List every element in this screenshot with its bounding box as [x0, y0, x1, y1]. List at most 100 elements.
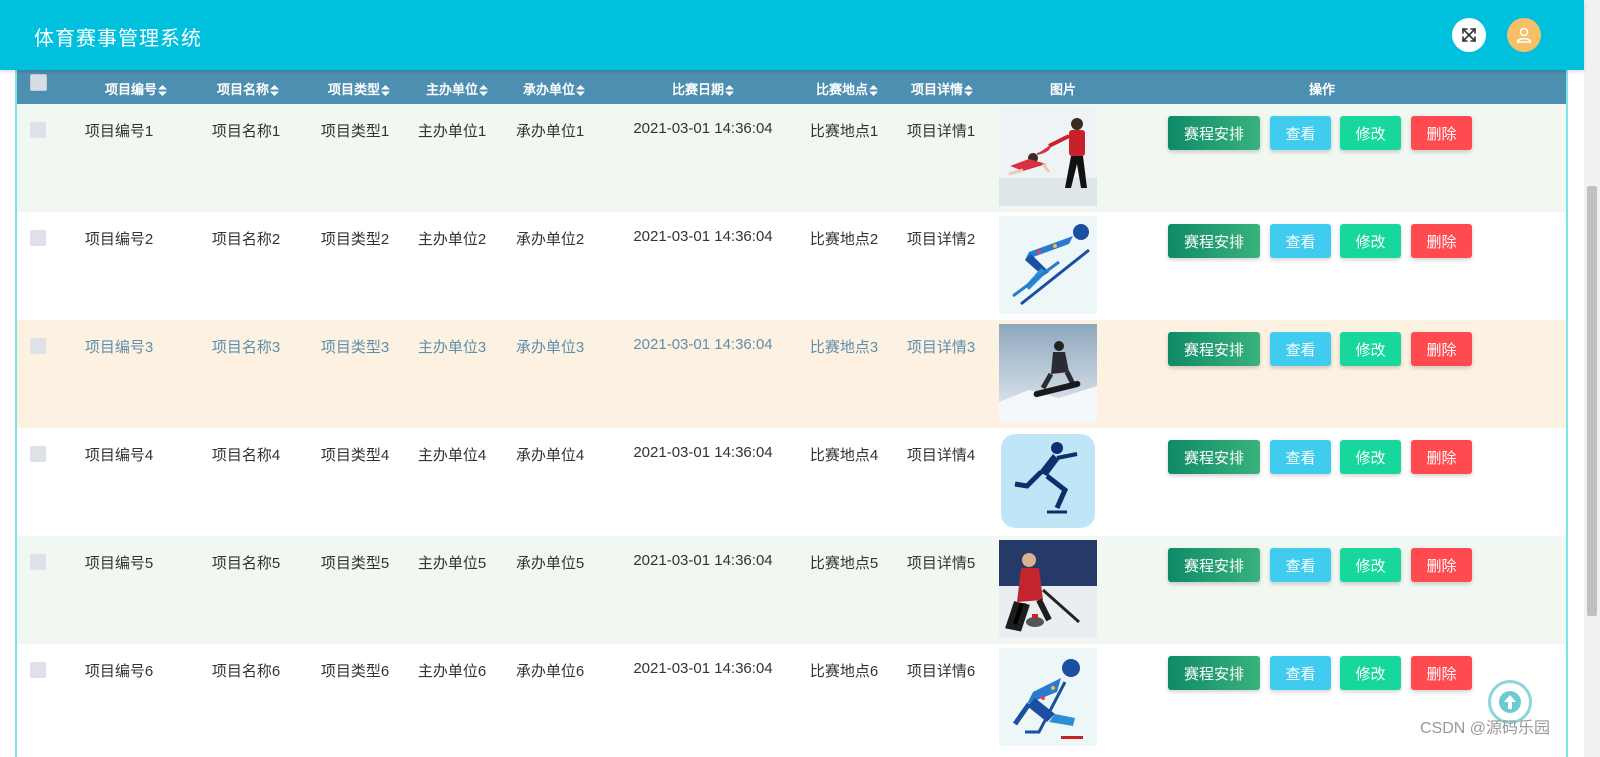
table-row: 项目编号6 项目名称6 项目类型6 主办单位6 承办单位6 2021-03-01…	[17, 644, 1566, 752]
schedule-button[interactable]: 赛程安排	[1168, 548, 1260, 582]
cell-host: 主办单位3	[417, 339, 487, 356]
cell-organizer: 承办单位1	[515, 123, 585, 140]
view-button[interactable]: 查看	[1270, 224, 1331, 258]
sort-icon	[576, 85, 585, 97]
cell-venue: 比赛地点3	[809, 339, 879, 356]
cell-type: 项目类型3	[320, 339, 390, 356]
column-header-organizer[interactable]: 承办单位	[509, 79, 599, 98]
view-button[interactable]: 查看	[1270, 332, 1331, 366]
ice-hockey-pictogram-image[interactable]	[999, 648, 1097, 746]
table-row-hovered: 项目编号3 项目名称3 项目类型3 主办单位3 承办单位3 2021-03-01…	[17, 320, 1566, 428]
sort-icon	[270, 85, 279, 97]
cell-venue: 比赛地点1	[809, 123, 879, 140]
cell-name: 项目名称1	[211, 123, 281, 140]
cell-code: 项目编号6	[84, 663, 154, 680]
sort-icon	[381, 85, 390, 97]
schedule-button[interactable]: 赛程安排	[1168, 116, 1260, 150]
cell-name: 项目名称2	[211, 231, 281, 248]
cell-date: 2021-03-01 14:36:04	[633, 552, 773, 569]
select-all-checkbox[interactable]	[30, 74, 47, 91]
delete-button[interactable]: 删除	[1411, 224, 1472, 258]
delete-button[interactable]: 删除	[1411, 116, 1472, 150]
column-header-name[interactable]: 项目名称	[198, 79, 298, 98]
curling-photo-image[interactable]	[999, 540, 1097, 638]
arrow-up-icon	[1499, 691, 1521, 713]
cell-detail: 项目详情1	[906, 123, 976, 140]
cell-host: 主办单位2	[417, 231, 487, 248]
delete-button[interactable]: 删除	[1411, 548, 1472, 582]
snowboard-jump-image[interactable]	[999, 324, 1097, 422]
cell-venue: 比赛地点5	[809, 555, 879, 572]
row-checkbox[interactable]	[30, 554, 46, 570]
row-checkbox[interactable]	[30, 230, 46, 246]
cell-date: 2021-03-01 14:36:04	[633, 444, 773, 461]
edit-button[interactable]: 修改	[1340, 116, 1401, 150]
ski-jumping-pictogram-image[interactable]	[999, 216, 1097, 314]
edit-button[interactable]: 修改	[1340, 332, 1401, 366]
column-header-detail[interactable]: 项目详情	[897, 79, 987, 98]
row-checkbox[interactable]	[30, 338, 46, 354]
view-button[interactable]: 查看	[1270, 656, 1331, 690]
cell-date: 2021-03-01 14:36:04	[633, 120, 773, 137]
page-scrollbar[interactable]	[1584, 0, 1600, 757]
cell-date: 2021-03-01 14:36:04	[633, 660, 773, 677]
figure-skating-pair-image[interactable]	[999, 108, 1097, 206]
row-checkbox[interactable]	[30, 446, 46, 462]
table-row: 项目编号5 项目名称5 项目类型5 主办单位5 承办单位5 2021-03-01…	[17, 536, 1566, 644]
edit-button[interactable]: 修改	[1340, 440, 1401, 474]
view-button[interactable]: 查看	[1270, 440, 1331, 474]
view-button[interactable]: 查看	[1270, 548, 1331, 582]
cell-host: 主办单位6	[417, 663, 487, 680]
row-checkbox[interactable]	[30, 662, 46, 678]
cell-name: 项目名称6	[211, 663, 281, 680]
sort-icon	[479, 85, 488, 97]
speed-skating-pictogram-image[interactable]	[999, 432, 1097, 530]
cell-detail: 项目详情2	[906, 231, 976, 248]
cell-venue: 比赛地点6	[809, 663, 879, 680]
sort-icon	[964, 85, 973, 97]
cell-type: 项目类型1	[320, 123, 390, 140]
edit-button[interactable]: 修改	[1340, 548, 1401, 582]
table-row: 项目编号1 项目名称1 项目类型1 主办单位1 承办单位1 2021-03-01…	[17, 104, 1566, 212]
column-header-venue[interactable]: 比赛地点	[802, 79, 892, 98]
edit-button[interactable]: 修改	[1340, 656, 1401, 690]
cell-name: 项目名称4	[211, 447, 281, 464]
column-header-actions: 操作	[1308, 82, 1335, 97]
cell-code: 项目编号5	[84, 555, 154, 572]
cell-organizer: 承办单位4	[515, 447, 585, 464]
schedule-button[interactable]: 赛程安排	[1168, 440, 1260, 474]
column-header-code[interactable]: 项目编号	[86, 79, 186, 98]
sort-icon	[158, 85, 167, 97]
schedule-button[interactable]: 赛程安排	[1168, 224, 1260, 258]
delete-button[interactable]: 删除	[1411, 656, 1472, 690]
expand-arrows-icon	[1462, 28, 1476, 42]
delete-button[interactable]: 删除	[1411, 332, 1472, 366]
view-button[interactable]: 查看	[1270, 116, 1331, 150]
cell-code: 项目编号4	[84, 447, 154, 464]
cell-host: 主办单位4	[417, 447, 487, 464]
cell-type: 项目类型4	[320, 447, 390, 464]
cell-detail: 项目详情6	[906, 663, 976, 680]
user-avatar-icon	[1516, 27, 1532, 43]
column-header-type[interactable]: 项目类型	[314, 79, 404, 98]
table-row: 项目编号4 项目名称4 项目类型4 主办单位4 承办单位4 2021-03-01…	[17, 428, 1566, 536]
delete-button[interactable]: 删除	[1411, 440, 1472, 474]
scrollbar-thumb[interactable]	[1587, 186, 1597, 616]
fullscreen-button[interactable]	[1452, 18, 1486, 52]
cell-host: 主办单位1	[417, 123, 487, 140]
user-avatar-button[interactable]	[1507, 18, 1541, 52]
cell-organizer: 承办单位5	[515, 555, 585, 572]
cell-code: 项目编号1	[84, 123, 154, 140]
schedule-button[interactable]: 赛程安排	[1168, 332, 1260, 366]
schedule-button[interactable]: 赛程安排	[1168, 656, 1260, 690]
column-header-date[interactable]: 比赛日期	[658, 79, 748, 98]
cell-organizer: 承办单位6	[515, 663, 585, 680]
column-header-host[interactable]: 主办单位	[412, 79, 502, 98]
cell-detail: 项目详情5	[906, 555, 976, 572]
watermark: CSDN @源码乐园	[1420, 720, 1551, 737]
edit-button[interactable]: 修改	[1340, 224, 1401, 258]
row-checkbox[interactable]	[30, 122, 46, 138]
cell-name: 项目名称5	[211, 555, 281, 572]
sort-icon	[725, 85, 734, 97]
app-title: 体育赛事管理系统	[34, 28, 202, 50]
